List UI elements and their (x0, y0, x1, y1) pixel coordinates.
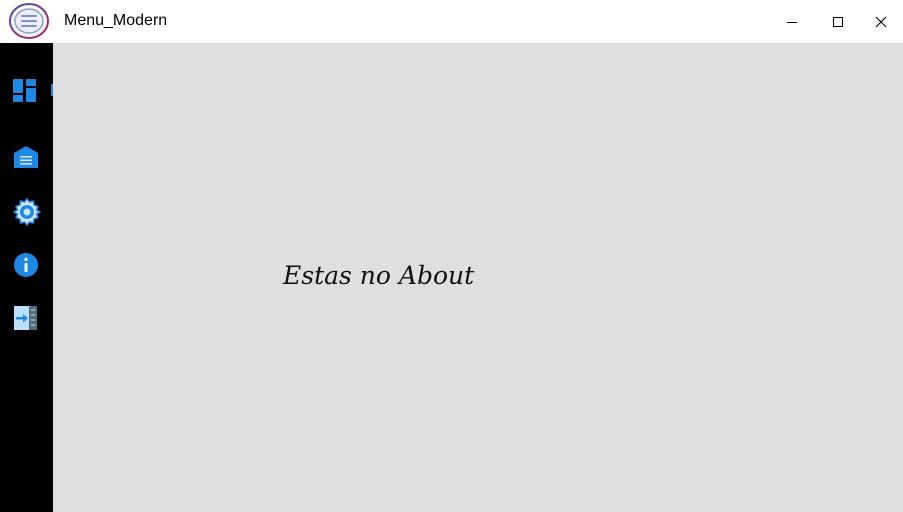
dashboard-icon (13, 79, 36, 102)
settings-gear-icon (13, 198, 41, 226)
sidebar-item-settings[interactable] (0, 190, 53, 234)
window-title: Menu_Modern (64, 12, 168, 29)
sidebar-item-info[interactable] (0, 243, 53, 287)
close-icon (875, 16, 887, 27)
home-icon (14, 146, 38, 168)
close-button[interactable] (858, 0, 903, 43)
about-message: Estas no About (283, 261, 475, 290)
app-window: Menu_Modern Estas no About (0, 0, 903, 512)
info-icon (14, 253, 38, 277)
exit-icon (14, 306, 37, 330)
minimize-icon (787, 21, 797, 23)
main-content: Estas no About (53, 43, 903, 512)
title-bar[interactable]: Menu_Modern (0, 0, 903, 43)
menu-circle-icon[interactable] (8, 2, 50, 40)
sidebar-item-dashboard[interactable] (0, 69, 53, 113)
sidebar-item-home[interactable] (0, 135, 53, 179)
sidebar-item-exit[interactable] (0, 296, 53, 340)
sidebar-menu (0, 43, 53, 512)
maximize-button[interactable] (815, 0, 861, 43)
minimize-button[interactable] (769, 0, 815, 43)
maximize-icon (833, 16, 843, 27)
